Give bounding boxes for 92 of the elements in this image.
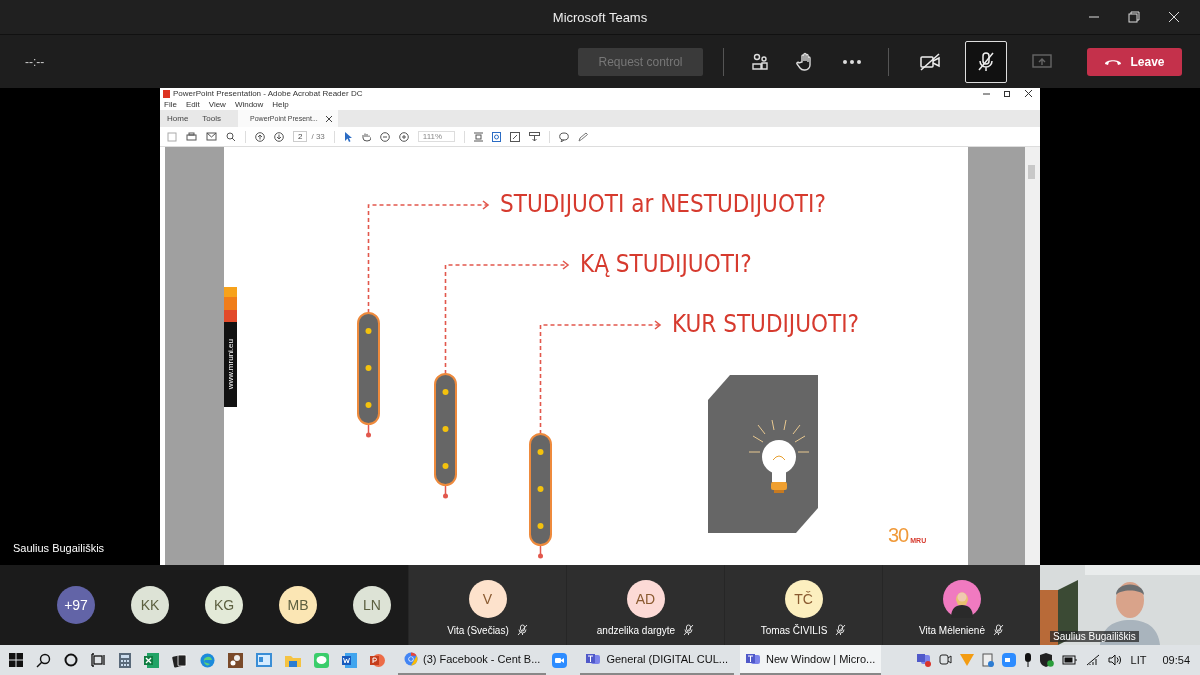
scroll-mode-icon[interactable] bbox=[529, 131, 541, 142]
video-app-icon[interactable] bbox=[552, 652, 568, 668]
taskbar-window[interactable]: General (DIGITAL CUL... bbox=[580, 645, 735, 675]
clipboard-icon[interactable] bbox=[981, 653, 994, 667]
camera-icon[interactable] bbox=[938, 653, 952, 667]
slide-heading: STUDIJUOTI ar NESTUDIJUOTI? bbox=[500, 189, 826, 219]
presenter-name: Saulius Bugailiškis bbox=[13, 542, 105, 554]
phone-icon bbox=[1104, 57, 1123, 66]
menu-item[interactable]: File bbox=[164, 100, 177, 109]
browser-icon[interactable] bbox=[200, 652, 215, 668]
arrow-down-icon[interactable] bbox=[274, 131, 284, 142]
slide-heading: KUR STUDIJUOTI? bbox=[672, 309, 860, 339]
arrow-up-icon[interactable] bbox=[255, 131, 265, 142]
app-title: PowerPoint Presentation - Adobe Acrobat Reader DC bbox=[173, 89, 363, 98]
avatar: AD bbox=[626, 580, 665, 618]
restore-icon[interactable] bbox=[1004, 90, 1011, 97]
participant-name: Tomas ČIVILIS bbox=[760, 624, 828, 636]
pointer-icon[interactable] bbox=[343, 131, 352, 142]
pen-icon[interactable] bbox=[578, 131, 589, 142]
chess-icon[interactable] bbox=[228, 652, 243, 668]
pdf-icon bbox=[163, 89, 170, 98]
page-count: / 33 bbox=[311, 132, 325, 141]
volume-icon[interactable] bbox=[1107, 654, 1123, 666]
scrollbar[interactable] bbox=[1025, 147, 1040, 565]
avatar[interactable]: MB bbox=[279, 586, 317, 624]
menu-item[interactable]: Window bbox=[234, 100, 264, 109]
stripe-decoration bbox=[224, 287, 237, 322]
menu-item[interactable]: View bbox=[208, 100, 226, 109]
share-screen-icon bbox=[1032, 52, 1052, 71]
avatar: TČ bbox=[784, 580, 823, 618]
zoom-dropdown[interactable]: 111% bbox=[417, 131, 456, 142]
spreadsheet-icon[interactable] bbox=[144, 652, 159, 668]
microphone-icon[interactable] bbox=[1023, 653, 1032, 667]
leave-button[interactable]: Leave bbox=[1087, 47, 1182, 76]
language-indicator[interactable]: LIT bbox=[1130, 654, 1147, 666]
overflow-count[interactable]: +97 bbox=[57, 586, 95, 624]
more-icon[interactable] bbox=[842, 58, 862, 65]
close-icon[interactable] bbox=[325, 115, 332, 122]
print-icon[interactable] bbox=[186, 131, 197, 142]
search-icon[interactable] bbox=[226, 131, 236, 142]
zoom-in-icon[interactable] bbox=[398, 131, 409, 142]
taskbar-window[interactable]: (3) Facebook - Cent B... bbox=[398, 645, 547, 675]
camera-off-icon bbox=[919, 52, 941, 71]
battery-icon[interactable] bbox=[1061, 655, 1078, 665]
minimize-icon[interactable] bbox=[983, 90, 990, 97]
avatar[interactable]: KG bbox=[205, 586, 243, 624]
fullscreen-icon[interactable] bbox=[510, 131, 521, 142]
people-icon[interactable] bbox=[750, 51, 770, 72]
participant-name: Vita (Svečias) bbox=[447, 624, 509, 636]
call-timer: --:-- bbox=[25, 54, 45, 69]
avatar: V bbox=[468, 580, 507, 618]
avatar[interactable]: KK bbox=[131, 586, 169, 624]
page-field[interactable]: 2 bbox=[293, 131, 308, 142]
search-icon[interactable] bbox=[36, 652, 51, 668]
menu-item[interactable]: Edit bbox=[185, 100, 200, 109]
shield-icon[interactable] bbox=[1039, 653, 1054, 667]
circle-icon[interactable] bbox=[64, 653, 78, 667]
page-view-icon[interactable] bbox=[492, 131, 502, 142]
website-text: www.mruni.eu bbox=[226, 339, 235, 390]
video-app-icon[interactable] bbox=[1001, 653, 1016, 667]
windows-start-icon[interactable] bbox=[9, 653, 23, 667]
tab[interactable]: Home bbox=[160, 110, 196, 127]
control-panel-icon[interactable] bbox=[256, 653, 272, 667]
participant-name: andzelika dargyte bbox=[596, 624, 676, 636]
logo-number: 30 bbox=[888, 525, 909, 545]
close-icon[interactable] bbox=[1025, 90, 1032, 97]
clock[interactable]: 09:54 bbox=[1162, 654, 1190, 666]
cards-icon[interactable] bbox=[172, 652, 187, 668]
mail-icon[interactable] bbox=[206, 132, 217, 141]
window-title: Microsoft Teams bbox=[552, 9, 648, 25]
zoom-out-icon[interactable] bbox=[379, 131, 390, 142]
task-view-icon[interactable] bbox=[91, 653, 106, 667]
taskbar-window[interactable]: New Window | Micro... bbox=[740, 645, 882, 675]
comment-icon[interactable] bbox=[559, 131, 570, 142]
browser-icon bbox=[404, 652, 418, 666]
folder-icon[interactable] bbox=[285, 653, 301, 667]
teams-icon bbox=[746, 652, 762, 666]
calculator-icon[interactable] bbox=[119, 652, 131, 668]
mic-off-icon bbox=[976, 50, 996, 73]
teams-icon[interactable] bbox=[916, 653, 931, 667]
fit-page-icon[interactable] bbox=[474, 131, 484, 142]
slide-heading: KĄ STUDIJUOTI? bbox=[580, 249, 752, 279]
participant-name: Saulius Bugailiškis bbox=[1050, 631, 1139, 642]
avatar[interactable]: LN bbox=[353, 586, 391, 624]
presentation-app-icon[interactable] bbox=[370, 652, 385, 668]
document-app-icon[interactable] bbox=[342, 652, 357, 668]
restore-icon[interactable] bbox=[1128, 11, 1140, 23]
participant-name: Vita Mėlenienė bbox=[919, 624, 985, 636]
tab[interactable]: Tools bbox=[195, 110, 229, 127]
microphone-button[interactable] bbox=[965, 40, 1007, 83]
menu-item[interactable]: Help bbox=[272, 100, 289, 109]
teams-icon bbox=[586, 652, 602, 666]
